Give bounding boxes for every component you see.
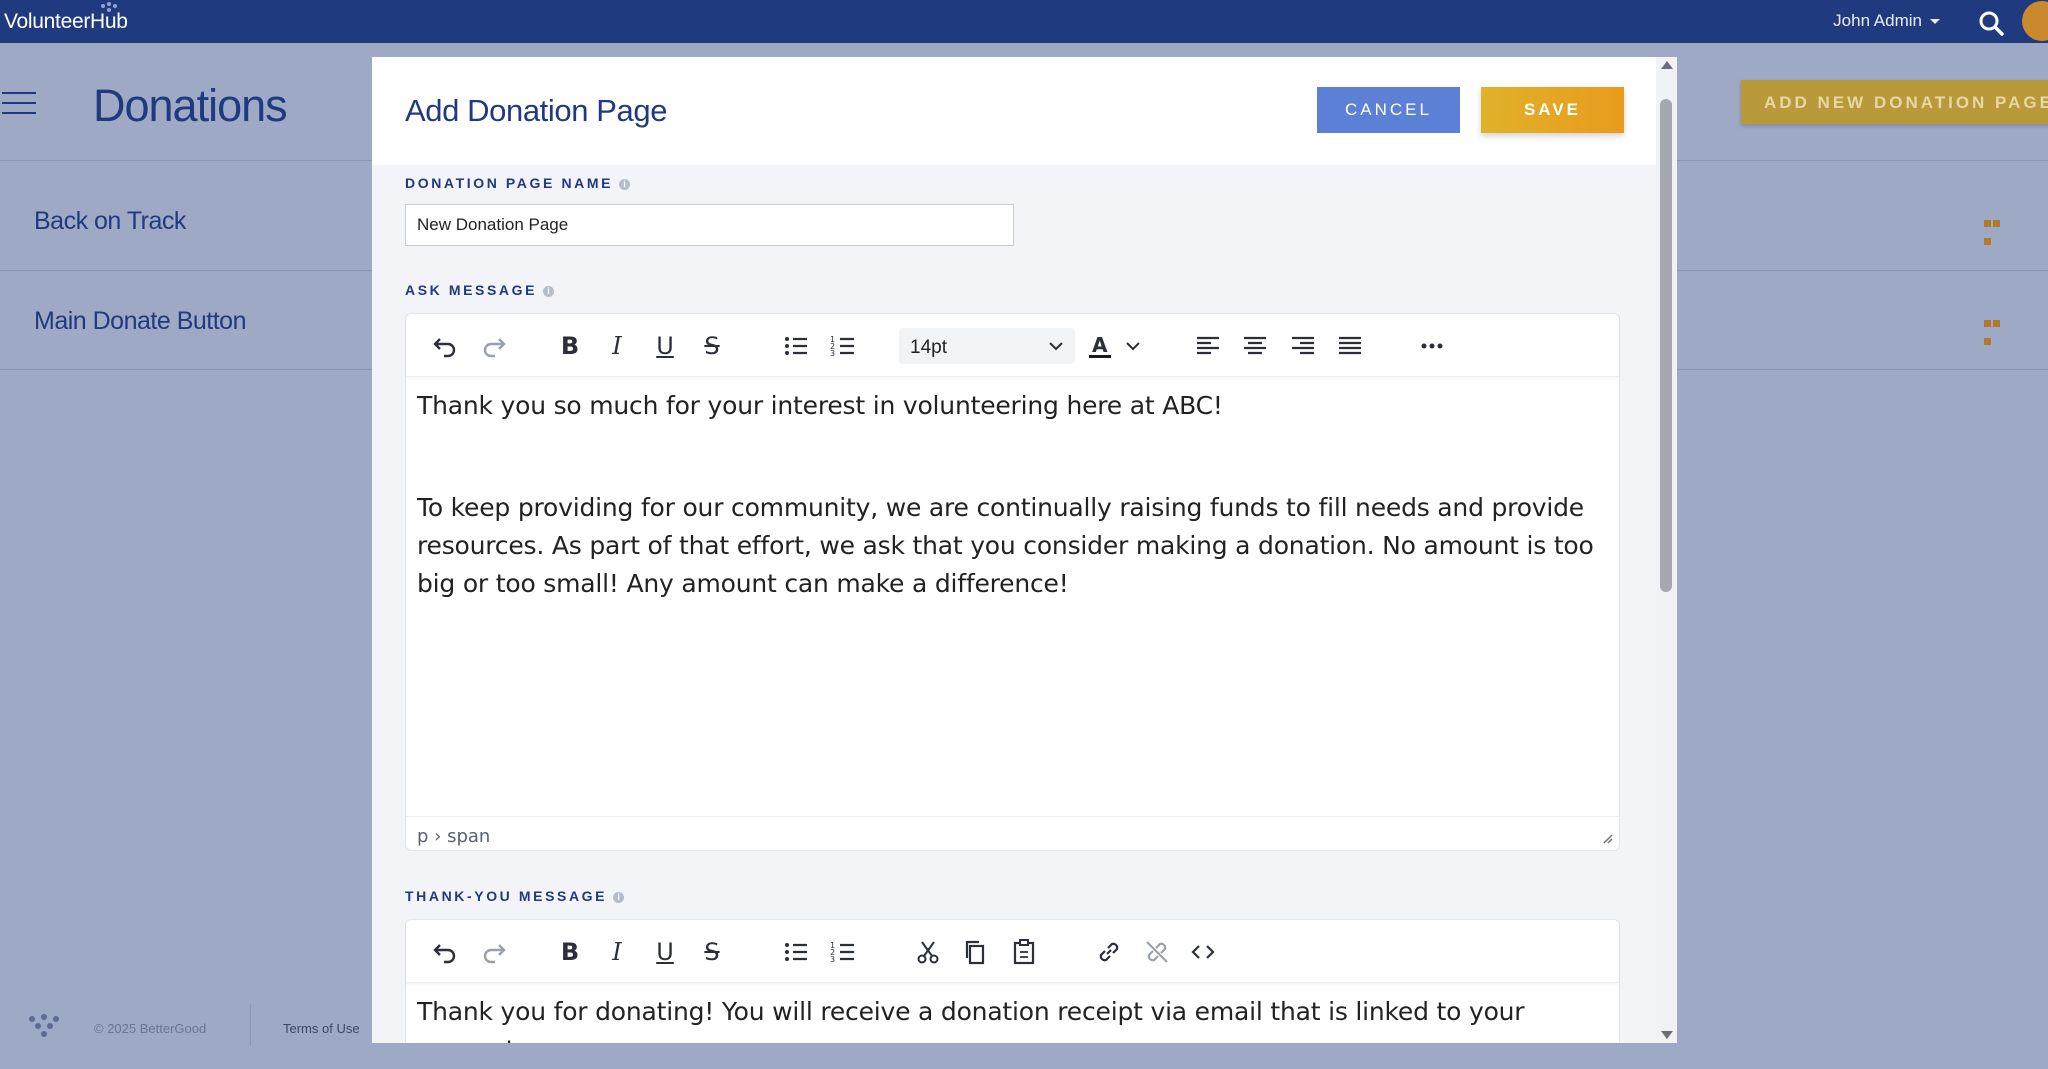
editor-paragraph: To keep providing for our community, we … <box>417 493 1594 598</box>
donation-page-name-label: DONATION PAGE NAME i <box>405 175 631 191</box>
underline-icon[interactable]: U <box>651 332 679 360</box>
top-nav: VolunteerHub John Admin <box>0 0 2048 43</box>
chevron-down-icon[interactable] <box>1119 332 1147 360</box>
search-icon[interactable] <box>1978 10 2004 36</box>
user-name: John Admin <box>1833 11 1922 30</box>
more-options-icon[interactable] <box>1984 214 2010 245</box>
info-icon[interactable]: i <box>613 891 625 903</box>
scroll-thumb[interactable] <box>1660 99 1672 592</box>
footer-logo-icon <box>29 1014 59 1037</box>
more-options-icon[interactable] <box>1418 332 1446 360</box>
editor-toolbar: B I U S 123 14pt A <box>406 314 1619 377</box>
terms-of-use-link[interactable]: Terms of Use <box>283 1021 360 1036</box>
bold-icon[interactable]: B <box>556 938 584 966</box>
bullet-list-icon[interactable] <box>782 938 810 966</box>
align-center-icon[interactable] <box>1241 332 1269 360</box>
info-icon[interactable]: i <box>619 178 631 190</box>
donation-page-name-input[interactable] <box>405 204 1014 246</box>
editor-toolbar: B I U S 123 <box>406 920 1619 983</box>
undo-icon[interactable] <box>431 938 459 966</box>
italic-icon[interactable]: I <box>603 332 631 360</box>
undo-icon[interactable] <box>431 332 459 360</box>
copy-icon[interactable] <box>961 938 989 966</box>
chevron-down-icon <box>1049 342 1063 351</box>
scroll-down-arrow-icon[interactable] <box>1661 1031 1673 1039</box>
font-size-select[interactable]: 14pt <box>899 328 1075 364</box>
underline-icon[interactable]: U <box>651 938 679 966</box>
italic-icon[interactable]: I <box>603 938 631 966</box>
source-code-icon[interactable] <box>1189 938 1217 966</box>
editor-paragraph: Thank you so much for your interest in v… <box>417 391 1223 420</box>
bold-icon[interactable]: B <box>556 332 584 360</box>
save-button[interactable]: SAVE <box>1481 87 1624 133</box>
svg-text:3: 3 <box>830 955 835 964</box>
brand-dots-icon <box>101 2 117 12</box>
list-item[interactable]: Back on Track <box>34 207 186 236</box>
align-left-icon[interactable] <box>1194 332 1222 360</box>
modal-header: Add Donation Page CANCEL SAVE <box>372 57 1677 165</box>
footer-copyright: © 2025 BetterGood <box>94 1021 207 1036</box>
ask-message-editor: B I U S 123 14pt A Thank you so much for… <box>405 313 1620 851</box>
text-color-icon[interactable]: A <box>1086 332 1114 360</box>
bullet-list-icon[interactable] <box>782 332 810 360</box>
svg-text:3: 3 <box>830 349 835 358</box>
add-donation-page-modal: Add Donation Page CANCEL SAVE DONATION P… <box>372 57 1677 1043</box>
element-path: p › span <box>417 826 491 847</box>
editor-status-bar: p › span <box>406 816 1619 850</box>
resize-handle-icon[interactable] <box>1601 832 1613 844</box>
font-size-value: 14pt <box>910 337 947 358</box>
caret-down-icon <box>1930 19 1940 25</box>
add-new-donation-page-button[interactable]: ADD NEW DONATION PAGE <box>1741 80 2048 124</box>
ask-message-label: ASK MESSAGE i <box>405 282 555 298</box>
strikethrough-icon[interactable]: S <box>698 938 726 966</box>
avatar[interactable] <box>2022 1 2048 41</box>
numbered-list-icon[interactable]: 123 <box>829 332 857 360</box>
svg-text:A: A <box>1092 333 1108 357</box>
cancel-button[interactable]: CANCEL <box>1317 87 1460 133</box>
paste-icon[interactable] <box>1010 938 1038 966</box>
scroll-up-arrow-icon[interactable] <box>1661 61 1673 69</box>
redo-icon[interactable] <box>480 332 508 360</box>
thank-you-message-content[interactable]: Thank you for donating! You will receive… <box>417 993 1612 1043</box>
cut-icon[interactable] <box>914 938 942 966</box>
strikethrough-icon[interactable]: S <box>698 332 726 360</box>
thank-you-message-editor: B I U S 123 Thank you for donating! You … <box>405 919 1620 1043</box>
redo-icon[interactable] <box>480 938 508 966</box>
list-item[interactable]: Main Donate Button <box>34 307 246 336</box>
modal-scrollbar[interactable] <box>1656 57 1677 1043</box>
link-icon[interactable] <box>1095 938 1123 966</box>
numbered-list-icon[interactable]: 123 <box>829 938 857 966</box>
thank-you-message-label: THANK-YOU MESSAGE i <box>405 888 625 904</box>
user-menu[interactable]: John Admin <box>1833 11 1940 31</box>
unlink-icon[interactable] <box>1143 938 1171 966</box>
ask-message-content[interactable]: Thank you so much for your interest in v… <box>417 387 1612 603</box>
page-title: Donations <box>93 80 288 131</box>
align-right-icon[interactable] <box>1289 332 1317 360</box>
editor-paragraph: Thank you for donating! You will receive… <box>417 997 1525 1043</box>
info-icon[interactable]: i <box>543 285 555 297</box>
align-justify-icon[interactable] <box>1336 332 1364 360</box>
more-options-icon[interactable] <box>1984 314 2010 345</box>
hamburger-menu-icon[interactable] <box>2 92 36 114</box>
divider <box>250 1004 251 1046</box>
modal-title: Add Donation Page <box>405 93 668 128</box>
